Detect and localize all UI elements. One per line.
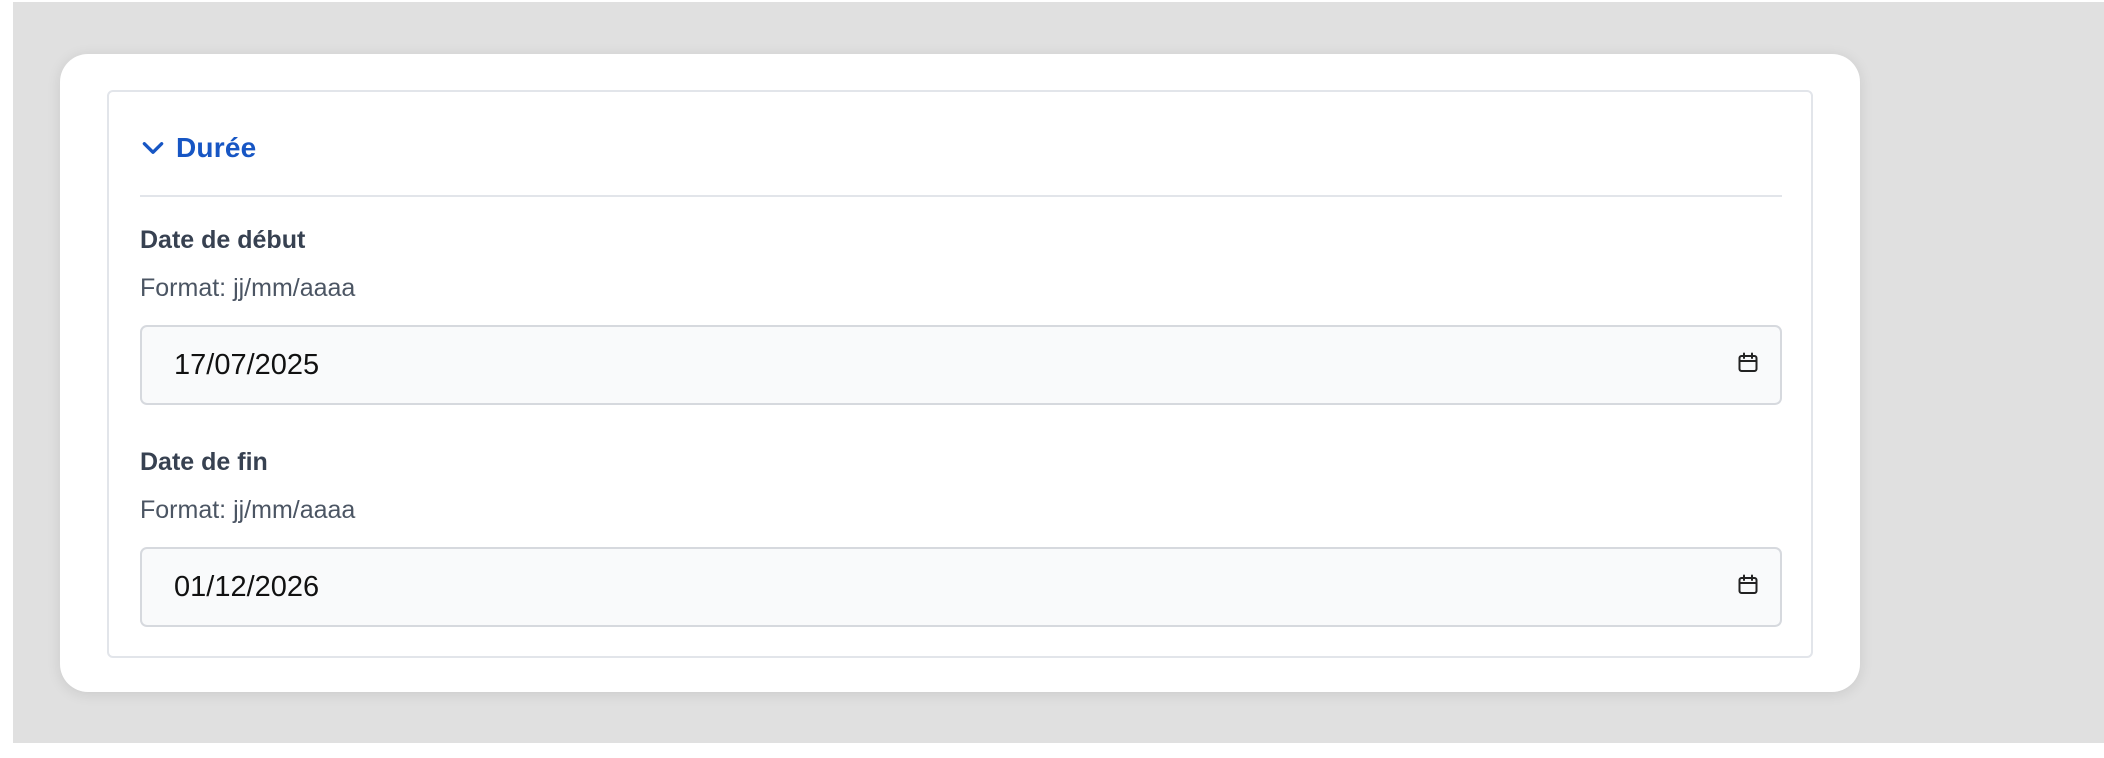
duration-panel: Durée Date de début Format: jj/mm/aaaa 1… <box>107 90 1813 658</box>
chevron-down-icon <box>140 135 166 161</box>
end-date-label: Date de fin <box>140 448 268 476</box>
end-date-format-hint: Format: jj/mm/aaaa <box>140 496 356 524</box>
start-date-value: 17/07/2025 <box>174 348 320 381</box>
calendar-icon[interactable] <box>1736 573 1760 597</box>
form-card: Durée Date de début Format: jj/mm/aaaa 1… <box>60 54 1860 692</box>
section-title: Durée <box>176 132 257 163</box>
calendar-icon[interactable] <box>1736 351 1760 375</box>
section-divider <box>140 195 1782 197</box>
end-date-input[interactable]: 01/12/2026 <box>140 547 1782 627</box>
duration-section-toggle[interactable]: Durée <box>140 126 256 170</box>
start-date-input[interactable]: 17/07/2025 <box>140 325 1782 405</box>
start-date-label: Date de début <box>140 226 306 254</box>
start-date-format-hint: Format: jj/mm/aaaa <box>140 274 356 302</box>
end-date-value: 01/12/2026 <box>174 570 320 603</box>
